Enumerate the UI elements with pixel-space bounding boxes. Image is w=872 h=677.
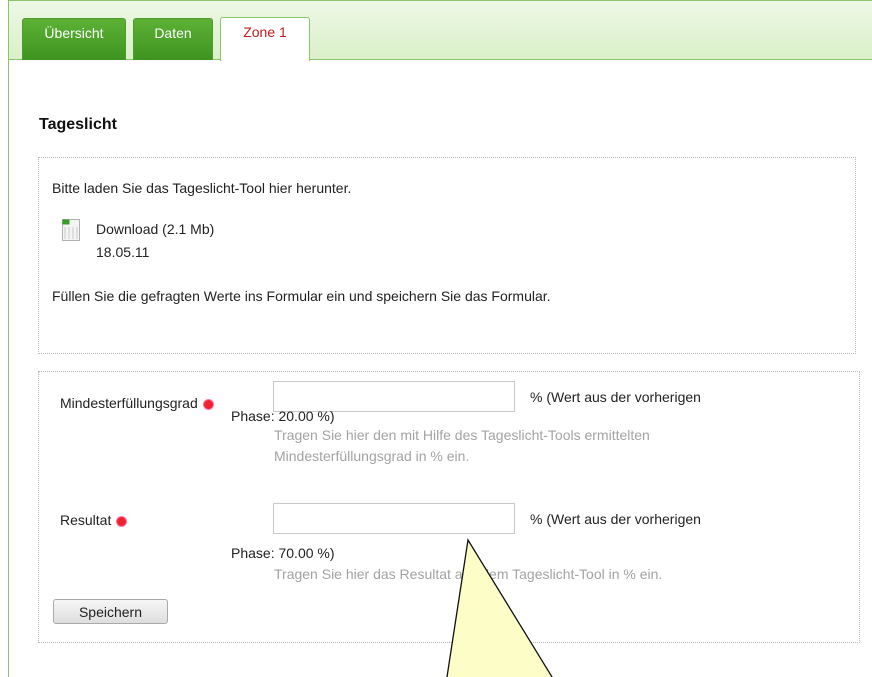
field-label-resultat: Resultat bbox=[60, 512, 127, 528]
spreadsheet-file-icon bbox=[62, 219, 80, 241]
previous-phase-value: Phase: 70.00 %) bbox=[231, 545, 335, 561]
active-tab-connector bbox=[221, 58, 309, 62]
required-icon bbox=[203, 399, 213, 409]
field-label-text: Resultat bbox=[60, 512, 112, 528]
download-intro: Bitte laden Sie das Tageslicht-Tool hier… bbox=[52, 180, 352, 196]
section-title: Tageslicht bbox=[39, 116, 117, 133]
field-label-text: Mindesterfüllungsgrad bbox=[60, 395, 198, 411]
tab-uebersicht[interactable]: Übersicht bbox=[22, 18, 126, 60]
form-instruction: Füllen Sie die gefragten Werte ins Formu… bbox=[52, 288, 551, 304]
field-help-line1: Tragen Sie hier das Resultat aus dem Tag… bbox=[274, 566, 663, 582]
tab-label: Übersicht bbox=[44, 25, 104, 41]
tab-label: Daten bbox=[154, 25, 192, 41]
tab-label: Zone 1 bbox=[243, 24, 287, 40]
field-label-mindesterfuellungsgrad: Mindesterfüllungsgrad bbox=[60, 395, 213, 411]
resultat-input[interactable] bbox=[273, 503, 515, 534]
previous-phase-value: Phase: 20.00 %) bbox=[231, 408, 335, 424]
save-button[interactable]: Speichern bbox=[53, 599, 168, 624]
field-suffix: % (Wert aus der vorherigen bbox=[530, 511, 701, 527]
field-suffix: % (Wert aus der vorherigen bbox=[530, 389, 701, 405]
field-help-line1: Tragen Sie hier den mit Hilfe des Tagesl… bbox=[274, 427, 650, 443]
field-help-line2: Mindesterfüllungsgrad in % ein. bbox=[274, 448, 470, 464]
tab-daten[interactable]: Daten bbox=[133, 18, 213, 60]
download-date: 18.05.11 bbox=[96, 244, 150, 260]
required-icon bbox=[117, 516, 127, 526]
tab-zone-1[interactable]: Zone 1 bbox=[220, 17, 310, 61]
download-link[interactable]: Download (2.1 Mb) bbox=[96, 221, 214, 237]
